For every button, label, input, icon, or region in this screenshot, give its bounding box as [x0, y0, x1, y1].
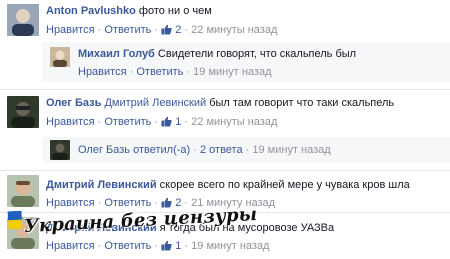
separator: ·	[154, 197, 159, 209]
avatar	[50, 140, 70, 160]
reply: Михаил Голуб Свидетели говорят, что скал…	[42, 42, 450, 82]
comment-body: Anton Pavlushko фото ни о чем	[46, 5, 212, 17]
comment-text: фото ни о чем	[138, 5, 212, 17]
comment-author[interactable]: Михаил Голуб	[78, 48, 155, 60]
thumbs-up-icon[interactable]	[161, 240, 172, 254]
avatar[interactable]	[50, 47, 70, 67]
comment-actions: Нравится · Ответить · 19 минут назад	[78, 66, 272, 78]
separator: ·	[193, 144, 197, 156]
comment-author[interactable]: Anton Pavlushko	[46, 5, 136, 17]
replied-label: ответил(-а)	[133, 144, 191, 156]
comment-text: был там говорит что таки скальпель	[209, 97, 395, 109]
like-button[interactable]: Нравится	[78, 66, 127, 78]
replies-link[interactable]: Олег Базь ответил(-а) · 2 ответа · 19 ми…	[78, 144, 331, 156]
thumbs-up-icon[interactable]	[161, 24, 172, 38]
separator: ·	[97, 240, 102, 252]
like-count[interactable]: 2	[175, 24, 181, 36]
separator: ·	[245, 144, 250, 156]
like-button[interactable]: Нравится	[46, 240, 95, 252]
avatar[interactable]	[7, 96, 39, 128]
separator: ·	[184, 240, 189, 252]
mention-link[interactable]: Дмитрий Левинский	[104, 97, 206, 109]
timestamp[interactable]: 22 минуты назад	[191, 24, 277, 36]
comment-body: Олег Базь Дмитрий Левинский был там гово…	[46, 97, 394, 109]
avatar[interactable]	[7, 175, 39, 207]
reply-button[interactable]: Ответить	[104, 24, 151, 36]
flag-icon	[7, 210, 23, 230]
separator: ·	[129, 66, 134, 78]
timestamp[interactable]: 19 минут назад	[252, 144, 330, 156]
comment-actions: Нравится · Ответить · 1 · 22 минуты наза…	[46, 116, 277, 130]
like-count[interactable]: 1	[175, 240, 181, 252]
like-button[interactable]: Нравится	[46, 116, 95, 128]
separator: ·	[184, 116, 189, 128]
comment-text: Свидетели говорят, что скальпель был	[157, 48, 357, 60]
comment-author[interactable]: Олег Базь	[46, 97, 101, 109]
separator: ·	[154, 24, 159, 36]
replies-summary[interactable]: Олег Базь ответил(-а) · 2 ответа · 19 ми…	[42, 137, 450, 163]
separator: ·	[186, 66, 191, 78]
avatar[interactable]	[7, 4, 39, 36]
like-button[interactable]: Нравится	[46, 24, 95, 36]
separator: ·	[154, 116, 159, 128]
replier-name[interactable]: Олег Базь	[78, 144, 130, 156]
comment-body: Дмитрий Левинский скорее всего по крайне…	[46, 179, 410, 191]
timestamp[interactable]: 19 минут назад	[193, 66, 271, 78]
thumbs-up-icon[interactable]	[161, 116, 172, 130]
timestamp[interactable]: 19 минут назад	[191, 240, 269, 252]
comment-body: Михаил Голуб Свидетели говорят, что скал…	[78, 48, 356, 60]
reply-button[interactable]: Ответить	[104, 240, 151, 252]
timestamp[interactable]: 22 минуты назад	[191, 116, 277, 128]
reply-button[interactable]: Ответить	[136, 66, 183, 78]
separator: ·	[97, 197, 102, 209]
reply-count[interactable]: 2 ответа	[200, 144, 243, 156]
comment: Олег Базь Дмитрий Левинский был там гово…	[0, 89, 450, 138]
like-button[interactable]: Нравится	[46, 197, 95, 209]
comment-author[interactable]: Дмитрий Левинский	[46, 179, 157, 191]
comment: Anton Pavlushko фото ни о чем Нравится ·…	[0, 0, 450, 42]
comment-actions: Нравится · Ответить · 1 · 19 минут назад	[46, 240, 269, 254]
reply-button[interactable]: Ответить	[104, 197, 151, 209]
separator: ·	[97, 24, 102, 36]
separator: ·	[184, 24, 189, 36]
comment-actions: Нравится · Ответить · 2 · 22 минуты наза…	[46, 24, 277, 38]
reply-button[interactable]: Ответить	[104, 116, 151, 128]
separator: ·	[154, 240, 159, 252]
comment-text: скорее всего по крайней мере у чувака кр…	[159, 179, 410, 191]
like-count[interactable]: 1	[175, 116, 181, 128]
separator: ·	[97, 116, 102, 128]
